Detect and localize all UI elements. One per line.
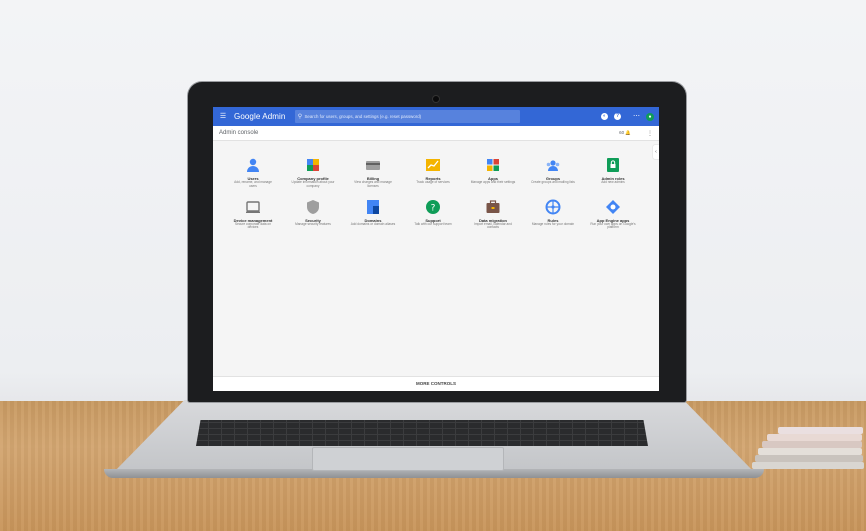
google-admin-logo[interactable]: Google Admin xyxy=(234,112,285,121)
tile-description: Import email, calendar and contacts xyxy=(474,221,512,230)
admin-tile-groups[interactable]: Groups Create groups and mailing lists xyxy=(523,157,583,189)
admin-subbar: Admin console 60 🔔 ⋮ xyxy=(213,126,659,141)
admin-tile-security[interactable]: Security Manage security features xyxy=(283,199,343,231)
side-panel-toggle-icon[interactable]: ‹ xyxy=(653,145,659,159)
webcam xyxy=(433,96,439,102)
admin-tile-apps[interactable]: Apps Manage apps and their settings xyxy=(463,157,523,189)
laptop-keyboard xyxy=(196,420,648,446)
reports-icon xyxy=(426,159,440,171)
apps-grid-icon[interactable]: ⋯ xyxy=(633,113,640,120)
admin-tile-company-profile[interactable]: Company profile Update information about … xyxy=(283,157,343,189)
more-controls-bar[interactable]: MORE CONTROLS xyxy=(213,376,659,391)
admin-tiles-grid: Users Add, rename, and manage users Compan… xyxy=(223,157,641,230)
tile-description: Manage security features xyxy=(295,221,331,226)
avatar[interactable]: ● xyxy=(646,112,654,121)
progress-icon[interactable]: ◐ xyxy=(601,113,608,120)
tile-description: Secure corporate data on devices xyxy=(235,221,271,230)
laptop-screen: ☰ Google Admin ⚲ Search for users, group… xyxy=(213,107,659,391)
billing-icon xyxy=(366,161,380,170)
tile-description: Run your own apps on Google's platform xyxy=(590,221,636,230)
support-icon: ? xyxy=(426,199,440,214)
more-options-icon[interactable]: ⋮ xyxy=(647,130,653,137)
tile-description: Talk with our support team xyxy=(414,221,452,226)
notification-count: 60 xyxy=(619,130,625,135)
search-placeholder: Search for users, groups, and settings (… xyxy=(304,114,422,119)
admin-topbar: ☰ Google Admin ⚲ Search for users, group… xyxy=(213,107,659,126)
admin-tile-admin-roles[interactable]: Admin roles Add new admins xyxy=(583,157,643,189)
tile-description: Track usage of services xyxy=(416,180,450,184)
admin-tile-users[interactable]: Users Add, rename, and manage users xyxy=(223,157,283,189)
more-controls-label: MORE CONTROLS xyxy=(416,381,456,386)
admin-tile-domains[interactable]: Domains Add domains or domain aliases xyxy=(343,199,403,231)
admin-tile-data-migration[interactable]: Data migration Import email, calendar and… xyxy=(463,199,523,231)
tile-description: Create groups and mailing lists xyxy=(531,180,575,184)
notifications[interactable]: 60 🔔 xyxy=(619,130,631,136)
help-icon[interactable]: ? xyxy=(614,113,621,120)
hamburger-menu-icon[interactable]: ☰ xyxy=(218,113,228,120)
laptop-trackpad xyxy=(312,447,504,471)
laptop-lid: ☰ Google Admin ⚲ Search for users, group… xyxy=(188,82,686,402)
admin-tile-rules[interactable]: Rules Manage rules for your domain xyxy=(523,199,583,231)
tile-description: Add, rename, and manage users xyxy=(234,180,272,188)
book-stack xyxy=(752,426,866,476)
tile-description: Manage apps and their settings xyxy=(470,180,516,184)
tile-description: View charges and manage licenses xyxy=(354,180,392,188)
page-title: Admin console xyxy=(219,130,259,136)
security-icon xyxy=(307,199,319,214)
groups-icon xyxy=(546,160,560,171)
data-migration-icon xyxy=(486,199,500,213)
tile-description: Manage rules for your domain xyxy=(531,221,575,226)
apps-icon xyxy=(487,159,499,171)
device-management-icon xyxy=(246,200,260,213)
admin-tile-reports[interactable]: Reports Track usage of services xyxy=(403,157,463,189)
company-profile-icon xyxy=(307,159,319,171)
search-bar[interactable]: ⚲ Search for users, groups, and settings… xyxy=(295,110,521,123)
admin-tile-support[interactable]: ? Support Talk with our support team xyxy=(403,199,463,231)
app-engine-icon xyxy=(606,199,620,214)
tile-description: Add new admins xyxy=(601,180,625,184)
svg-text:?: ? xyxy=(431,203,436,213)
bell-icon: 🔔 xyxy=(625,130,631,135)
admin-tile-app-engine-apps[interactable]: App Engine apps Run your own apps on Goog… xyxy=(583,199,643,231)
users-icon xyxy=(247,158,259,172)
admin-roles-icon xyxy=(607,158,619,172)
tile-description: Add domains or domain aliases xyxy=(350,221,396,226)
rules-icon xyxy=(545,199,561,215)
search-icon: ⚲ xyxy=(297,114,303,120)
tile-description: Update information about your company xyxy=(291,180,335,188)
domains-icon xyxy=(367,199,379,214)
admin-tile-billing[interactable]: Billing View charges and manage licenses xyxy=(343,157,403,189)
admin-tile-device-management[interactable]: Device management Secure corporate data o… xyxy=(223,199,283,231)
